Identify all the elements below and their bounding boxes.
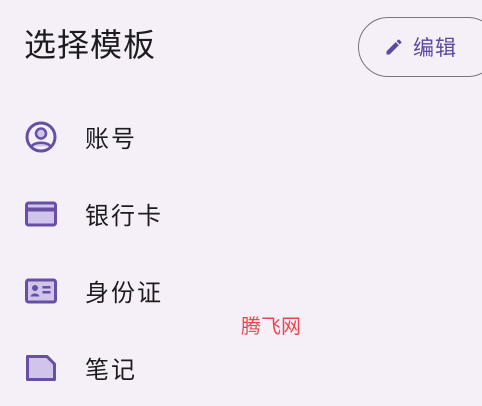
template-item-bank-card[interactable]: 银行卡: [0, 175, 482, 252]
credit-card-icon: [24, 197, 58, 231]
template-item-account[interactable]: 账号: [0, 98, 482, 175]
id-card-icon: [24, 274, 58, 308]
account-circle-icon: [24, 120, 58, 154]
watermark-text: 腾飞网: [241, 314, 301, 338]
edit-button-label: 编辑: [413, 36, 457, 60]
template-item-label: 账号: [85, 125, 137, 153]
page-title: 选择模板: [24, 26, 157, 64]
template-item-label: 身份证: [85, 279, 163, 307]
template-list: 账号 银行卡 身份证 笔记: [0, 98, 482, 406]
pencil-icon: [383, 36, 405, 58]
edit-button[interactable]: 编辑: [358, 17, 482, 77]
template-item-label: 笔记: [85, 356, 137, 384]
template-item-label: 银行卡: [85, 202, 163, 230]
note-icon: [24, 351, 58, 385]
template-item-note[interactable]: 笔记: [0, 329, 482, 406]
